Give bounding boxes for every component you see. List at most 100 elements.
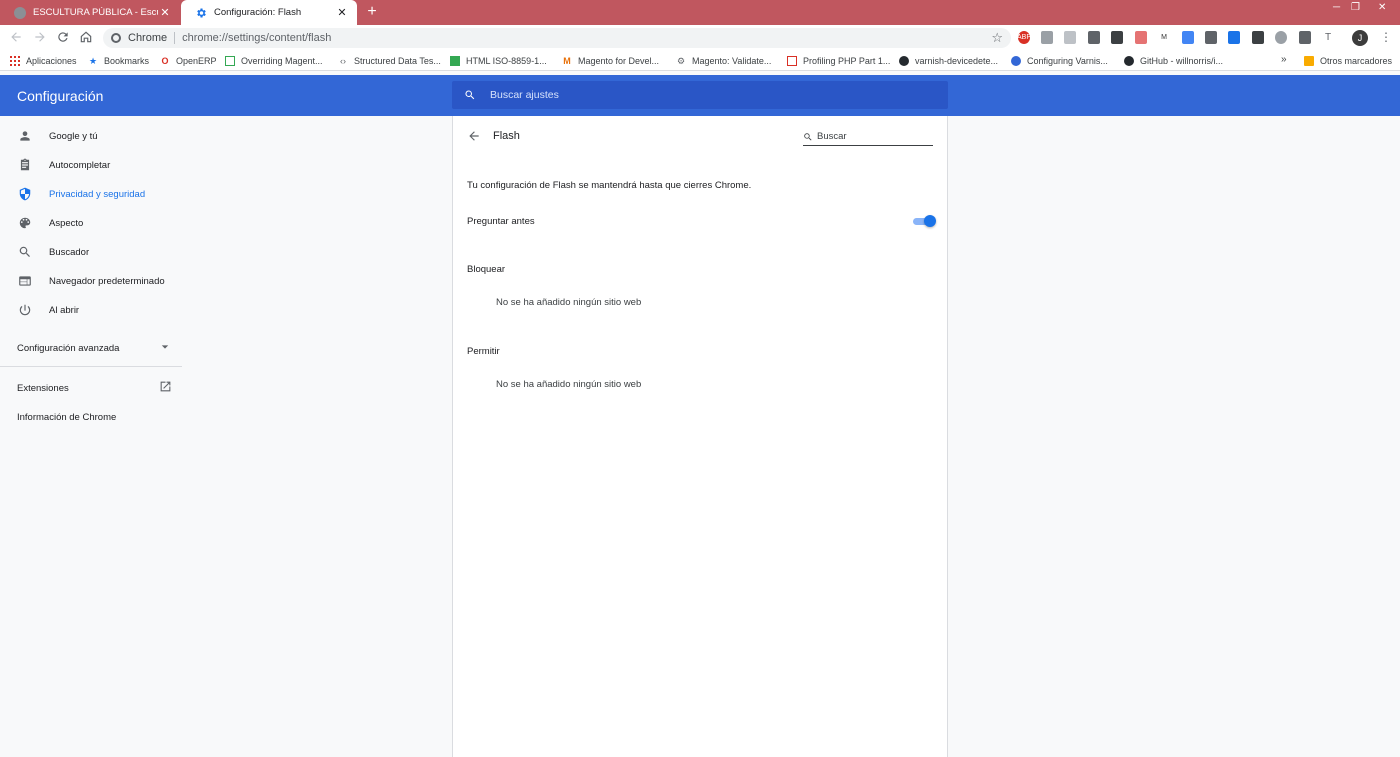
flash-settings-card: Flash Buscar Tu configuración de Flash s… [452, 116, 948, 757]
bookmark-item[interactable]: Configuring Varnis... [1011, 54, 1108, 68]
bookmark-item[interactable]: ‹› Structured Data Tes... [338, 54, 441, 68]
block-empty-message: No se ha añadido ningún sitio web [496, 297, 642, 308]
sidebar-item-label: Privacidad y seguridad [49, 188, 146, 200]
browser-window-icon [18, 274, 32, 288]
code-icon: ‹› [340, 56, 346, 66]
more-bookmarks-chevron-icon[interactable]: » [1281, 54, 1287, 65]
power-icon [18, 303, 32, 317]
extension-icon[interactable] [1228, 31, 1240, 44]
other-bookmarks-folder[interactable]: Otros marcadores [1304, 54, 1392, 68]
translate-extension-icon[interactable]: T [1322, 31, 1334, 44]
settings-search-input[interactable]: Buscar ajustes [452, 81, 948, 109]
download-extension-icon[interactable] [1064, 31, 1076, 44]
site-info-icon[interactable] [111, 33, 121, 43]
extension-icon[interactable] [1041, 31, 1053, 44]
sidebar-item-search-engine[interactable]: Buscador [0, 238, 182, 266]
bookmark-label: varnish-devicedete... [915, 56, 999, 66]
minimize-button[interactable]: ─ [1333, 2, 1340, 14]
sidebar-item-label: Aspecto [49, 217, 84, 229]
sidebar-item-appearance[interactable]: Aspecto [0, 209, 182, 237]
magento-icon: M [563, 56, 571, 66]
html-icon [450, 56, 460, 66]
close-window-button[interactable]: ✕ [1378, 2, 1386, 14]
extension-icon[interactable] [1135, 31, 1147, 44]
back-arrow-icon[interactable] [8, 30, 24, 46]
allow-empty-message: No se ha añadido ningún sitio web [496, 379, 642, 390]
extension-icon[interactable] [1299, 31, 1311, 44]
sidebar-item-default-browser[interactable]: Navegador predeterminado [0, 267, 182, 295]
address-bar[interactable]: Chrome chrome://settings/content/flash ☆ [103, 28, 1011, 48]
extension-icon[interactable] [1252, 31, 1264, 44]
reload-icon[interactable] [55, 30, 71, 46]
bookmark-item[interactable]: ★ Bookmarks [88, 54, 149, 68]
subpage-search-placeholder: Buscar [817, 130, 847, 142]
bookmark-item[interactable]: GitHub - willnorris/i... [1124, 54, 1223, 68]
new-tab-button[interactable]: + [364, 3, 380, 21]
bookmark-star-icon[interactable]: ☆ [991, 30, 1003, 46]
cloud-extension-icon[interactable] [1275, 31, 1287, 44]
bookmark-item[interactable]: O OpenERP [160, 54, 216, 68]
address-chip: Chrome [128, 32, 168, 44]
bookmark-label: Configuring Varnis... [1027, 56, 1108, 66]
menu-kebab-icon[interactable]: ⋮ [1380, 30, 1392, 44]
bookmark-item[interactable]: HTML ISO-8859-1... [450, 54, 547, 68]
extension-icon[interactable]: M [1158, 31, 1170, 44]
settings-search-placeholder: Buscar ajustes [490, 89, 559, 101]
github-icon [1124, 56, 1134, 66]
browser-toolbar: Chrome chrome://settings/content/flash ☆… [0, 25, 1400, 51]
sidebar-item-google[interactable]: Google y tú [0, 122, 182, 150]
bookmark-label: HTML ISO-8859-1... [466, 56, 547, 66]
sidebar-item-label: Google y tú [49, 130, 98, 142]
extension-icon[interactable] [1205, 31, 1217, 44]
bookmark-item[interactable]: Overriding Magent... [225, 54, 323, 68]
tab-escultura[interactable]: ESCULTURA PÚBLICA - Escultura ✕ [0, 0, 180, 25]
extension-icon[interactable] [1111, 31, 1123, 44]
open-in-new-icon [159, 380, 172, 396]
settings-header: Configuración Buscar ajustes [0, 75, 1400, 116]
close-tab-icon[interactable]: ✕ [158, 6, 172, 19]
address-separator [174, 32, 176, 44]
settings-sidebar: Google y tú Autocompletar Privacidad y s… [0, 116, 182, 757]
bookmark-item[interactable]: varnish-devicedete... [899, 54, 998, 68]
search-icon [803, 131, 813, 141]
bookmark-item[interactable]: ⚙ Magento: Validate... [676, 54, 771, 68]
profile-avatar[interactable]: J [1352, 30, 1368, 46]
bookmarks-bar: Aplicaciones ★ Bookmarks O OpenERP Overr… [0, 51, 1400, 71]
apps-grid-icon [10, 56, 20, 66]
bookmark-label: Magento for Devel... [578, 56, 660, 66]
extension-icon[interactable] [1088, 31, 1100, 44]
tab-configuracion-flash[interactable]: Configuración: Flash ✕ [181, 0, 357, 25]
close-tab-icon[interactable]: ✕ [335, 6, 349, 19]
sidebar-advanced-toggle[interactable]: Configuración avanzada [17, 340, 169, 356]
sidebar-item-label: Navegador predeterminado [49, 275, 165, 287]
subpage-search-input[interactable]: Buscar [803, 127, 933, 146]
back-arrow-icon[interactable] [467, 129, 481, 143]
sidebar-item-on-startup[interactable]: Al abrir [0, 296, 182, 324]
adblock-extension-icon[interactable]: ABP [1017, 31, 1031, 44]
ask-first-toggle[interactable] [913, 215, 936, 227]
maximize-button[interactable]: ❐ [1351, 2, 1360, 14]
bookmark-item[interactable]: M Magento for Devel... [562, 54, 659, 68]
other-bookmarks-label: Otros marcadores [1320, 56, 1393, 66]
home-icon[interactable] [78, 30, 94, 46]
bookmark-item[interactable]: Profiling PHP Part 1... [787, 54, 890, 68]
star-icon: ★ [88, 55, 98, 66]
sidebar-item-label: Autocompletar [49, 159, 111, 171]
sidebar-divider [0, 366, 182, 367]
subpage-title: Flash [493, 130, 520, 142]
sidebar-item-extensions[interactable]: Extensiones [17, 380, 172, 396]
bookmark-item[interactable]: Aplicaciones [10, 54, 77, 68]
extension-icon[interactable] [1182, 31, 1194, 44]
address-url[interactable]: chrome://settings/content/flash [182, 32, 331, 44]
sidebar-item-autofill[interactable]: Autocompletar [0, 151, 182, 179]
forward-arrow-icon[interactable] [32, 30, 48, 46]
sidebar-item-about-chrome[interactable]: Información de Chrome [17, 409, 172, 425]
magento-page-icon [225, 56, 235, 66]
block-heading: Bloquear [467, 264, 506, 275]
sidebar-item-privacy[interactable]: Privacidad y seguridad [0, 180, 182, 208]
bookmark-label: Overriding Magent... [241, 56, 323, 66]
ask-first-row[interactable]: Preguntar antes [467, 213, 936, 229]
globe-icon [14, 6, 26, 19]
gear-icon: ⚙ [676, 55, 686, 66]
tab-strip: ESCULTURA PÚBLICA - Escultura ✕ Configur… [0, 0, 1400, 25]
